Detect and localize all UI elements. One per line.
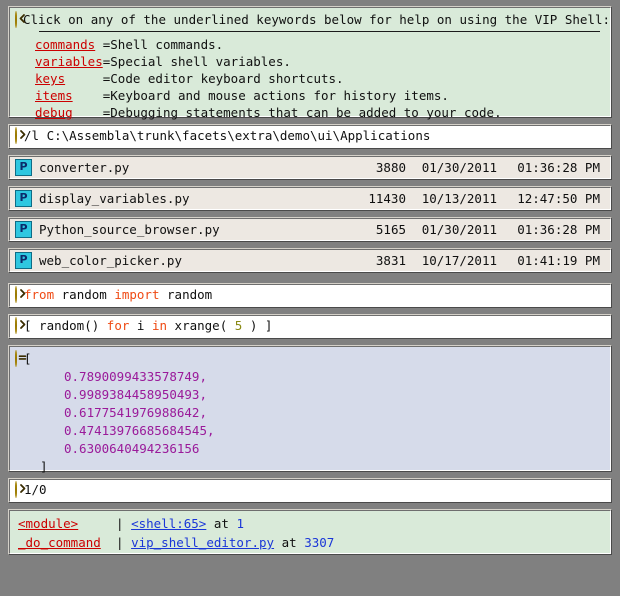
help-row: keys = Code editor keyboard shortcuts. (35, 71, 502, 88)
result-value: 0.7890099433578749, (64, 369, 207, 384)
help-panel[interactable]: Click on any of the underlined keywords … (8, 6, 612, 120)
file-date: 10/17/2011 (421, 253, 497, 268)
result-value: 0.6300640494236156 (64, 441, 200, 456)
result-value: 0.47413976685684545, (64, 423, 215, 438)
traceback-location[interactable]: vip_shell_editor.py (131, 535, 274, 550)
help-keyword-items[interactable]: items (35, 88, 103, 105)
code-command-text: [ random() for i in xrange( 5 ) ] (24, 318, 272, 333)
help-eq: = (102, 54, 111, 69)
file-row[interactable]: P converter.py 3880 01/30/2011 01:36:28 … (8, 155, 612, 180)
traceback-row: _do_command | vip_shell_editor.py at 3307 (18, 533, 604, 552)
file-name[interactable]: converter.py (39, 160, 341, 175)
file-row[interactable]: P display_variables.py 11430 10/13/2011 … (8, 186, 612, 211)
code-token: in (151, 318, 175, 333)
code-token: for (106, 318, 137, 333)
help-eq: = (102, 71, 111, 86)
file-size: 3880 (375, 160, 406, 175)
help-desc: Special shell variables. (110, 54, 291, 69)
file-name[interactable]: display_variables.py (39, 191, 341, 206)
traceback-at: at (281, 535, 297, 550)
equals-circle-icon[interactable] (15, 350, 27, 367)
traceback-function[interactable]: <module> (18, 514, 116, 533)
code-command-text: from random import random (24, 287, 212, 302)
help-desc: Debugging statements that can be added t… (110, 105, 502, 120)
file-size: 5165 (375, 222, 406, 237)
help-row: commands = Shell commands. (35, 37, 502, 54)
help-keyword-variables[interactable]: variables (35, 54, 103, 71)
chevron-right-circle-icon[interactable] (15, 286, 26, 303)
code-token: i (136, 318, 152, 333)
file-date: 01/30/2011 (421, 222, 497, 237)
traceback-separator: | (116, 535, 124, 550)
file-date: 10/13/2011 (421, 191, 497, 206)
code-token: random (167, 287, 213, 302)
help-desc: Shell commands. (110, 37, 224, 52)
help-eq: = (102, 37, 111, 52)
file-size: 3831 (375, 253, 406, 268)
path-command-text: /l C:\Assembla\trunk\facets\extra\demo\u… (24, 128, 431, 143)
help-header: Click on any of the underlined keywords … (15, 11, 610, 28)
help-title: Click on any of the underlined keywords … (23, 12, 610, 27)
help-row: items = Keyboard and mouse actions for h… (35, 88, 502, 105)
chevron-right-circle-icon[interactable] (15, 317, 26, 334)
file-name[interactable]: Python_source_browser.py (39, 222, 341, 237)
file-name[interactable]: web_color_picker.py (39, 253, 341, 268)
error-command-row[interactable]: 1/0 (8, 478, 612, 503)
result-output-panel[interactable]: [ 0.7890099433578749, 0.9989384458950493… (8, 345, 612, 474)
traceback-line: 3307 (304, 535, 335, 550)
file-row[interactable]: P web_color_picker.py 3831 10/17/2011 01… (8, 248, 612, 273)
help-row: variables = Special shell variables. (35, 54, 502, 71)
code-token: xrange( (174, 318, 235, 333)
traceback-location[interactable]: <shell:65> (131, 516, 206, 531)
help-keyword-keys[interactable]: keys (35, 71, 103, 88)
file-date: 01/30/2011 (421, 160, 497, 175)
result-value: 0.9989384458950493, (64, 387, 207, 402)
file-row[interactable]: P Python_source_browser.py 5165 01/30/20… (8, 217, 612, 242)
traceback-line: 1 (236, 516, 244, 531)
traceback-at: at (213, 516, 229, 531)
code-command-row[interactable]: from random import random (8, 283, 612, 308)
code-command-row[interactable]: [ random() for i in xrange( 5 ) ] (8, 314, 612, 339)
help-keyword-commands[interactable]: commands (35, 37, 103, 54)
file-time: 01:36:28 PM (517, 160, 600, 175)
code-token: [ random() (24, 318, 107, 333)
help-divider (39, 31, 600, 32)
file-time: 01:36:28 PM (517, 222, 600, 237)
traceback-panel[interactable]: <module> | <shell:65> at 1 _do_command | v… (8, 509, 612, 555)
help-desc: Keyboard and mouse actions for history i… (110, 88, 449, 103)
traceback-separator: | (116, 516, 124, 531)
chevron-left-circle-icon[interactable] (15, 11, 25, 28)
code-token: import (114, 287, 168, 302)
help-eq: = (102, 88, 111, 103)
file-time: 01:41:19 PM (517, 253, 600, 268)
file-size: 11430 (368, 191, 406, 206)
code-token: from (24, 287, 62, 302)
result-value: 0.6177541976988642, (64, 405, 207, 420)
path-command-row[interactable]: /l C:\Assembla\trunk\facets\extra\demo\u… (8, 124, 612, 149)
help-eq: = (102, 105, 111, 120)
chevron-right-circle-icon[interactable] (15, 127, 26, 144)
python-file-icon: P (15, 252, 32, 269)
help-keyword-table: commands = Shell commands. variables = S… (35, 37, 502, 122)
chevron-right-circle-icon[interactable] (15, 481, 26, 498)
traceback-function[interactable]: _do_command (18, 533, 116, 552)
file-time: 12:47:50 PM (517, 191, 600, 206)
python-file-icon: P (15, 190, 32, 207)
traceback-row: <module> | <shell:65> at 1 (18, 514, 604, 533)
code-token: random (61, 287, 115, 302)
python-file-icon: P (15, 221, 32, 238)
help-row: debug = Debugging statements that can be… (35, 105, 502, 122)
help-keyword-debug[interactable]: debug (35, 105, 103, 122)
python-file-icon: P (15, 159, 32, 176)
result-body: [ 0.7890099433578749, 0.9989384458950493… (24, 350, 215, 476)
code-token: ) ] (242, 318, 273, 333)
vip-shell-window: Click on any of the underlined keywords … (0, 0, 620, 596)
help-desc: Code editor keyboard shortcuts. (110, 71, 344, 86)
result-close-bracket: ] (40, 459, 48, 474)
